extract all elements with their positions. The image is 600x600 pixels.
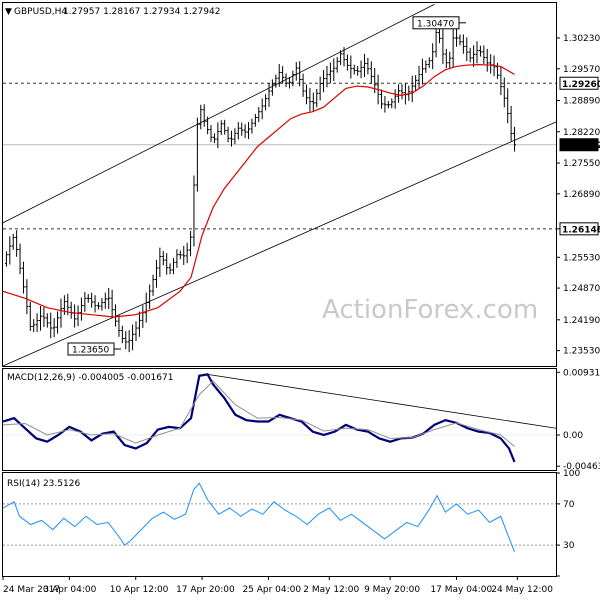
price-tick-label-9: 1.24190 [563,316,600,326]
rsi-title: RSI(14) 23.5126 [7,479,80,489]
rsi-tick-label-1: 70 [563,500,575,510]
level-label-2: 1.27942 [562,141,600,151]
price-tick-label-10: 1.23530 [563,347,600,357]
forex-chart: ActionForex.com ▼ GBPUSD,H4 1.27957 1.28… [0,0,600,600]
annotation-label-high: 1.30470 [417,19,454,29]
price-tick-label-7: 1.25530 [563,253,600,263]
price-tick-label-5: 1.26890 [563,190,600,200]
annotation-label-low: 1.23650 [72,346,109,356]
ohlc-label: 1.27957 1.28167 1.27934 1.27942 [63,7,220,17]
time-tick-label-7: 17 May 04:00 [430,585,492,595]
rsi-tick-label-2: 30 [563,541,575,551]
price-tick-label-8: 1.24870 [563,284,600,294]
time-tick-label-4: 25 Apr 04:00 [242,585,301,595]
macd-tick-label-1: 0.00 [563,431,583,441]
price-tick-label-4: 1.27550 [563,159,600,169]
price-tick-label-1: 1.29570 [563,65,600,75]
price-tick-label-2: 1.28890 [563,97,600,107]
time-tick-label-8: 24 May 12:00 [491,585,553,595]
symbol-label: GBPUSD,H4 [14,7,67,17]
time-tick-label-2: 10 Apr 12:00 [110,585,169,595]
macd-tick-label-0: 0.00931 [563,368,600,378]
level-label-0: 1.29260 [562,80,600,90]
price-tick-label-3: 1.28220 [563,128,600,138]
triangle-icon: ▼ [5,7,12,17]
time-tick-label-3: 17 Apr 20:00 [176,585,235,595]
watermark: ActionForex.com [322,295,538,325]
time-tick-label-5: 2 May 12:00 [303,585,359,595]
level-label-1: 1.26140 [562,225,600,235]
price-tick-label-0: 1.30230 [563,34,600,44]
macd-title: MACD(12,26,9) -0.004005 -0.001671 [7,373,173,383]
time-tick-label-6: 9 May 20:00 [364,585,420,595]
time-tick-label-1: 3 Apr 04:00 [43,585,96,595]
rsi-tick-label-0: 100 [563,469,580,479]
